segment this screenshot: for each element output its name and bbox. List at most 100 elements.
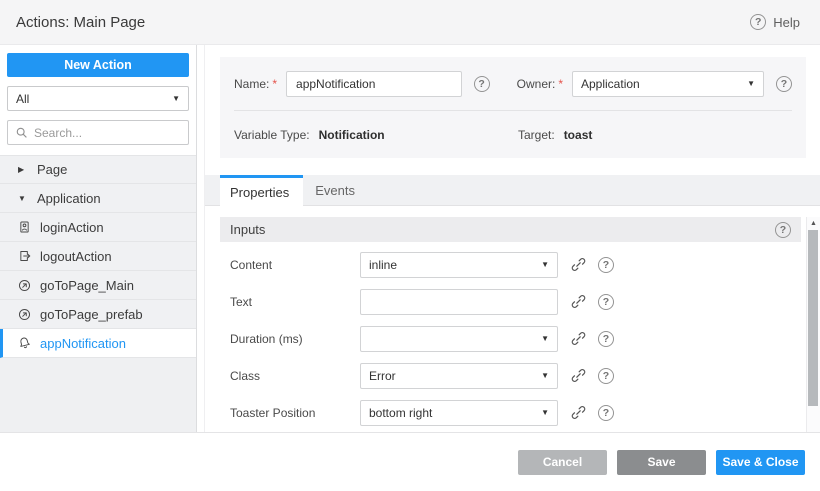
sidebar-item-logoutaction[interactable]: logoutAction [0, 242, 196, 271]
tab-events-label: Events [315, 183, 355, 198]
field-row-toaster-position: Toaster Position bottom right ▼? [220, 394, 801, 431]
name-help-icon[interactable]: ? [474, 76, 490, 92]
duration-ms--label: Duration (ms) [230, 332, 360, 346]
duration-ms--help-icon[interactable]: ? [598, 331, 614, 347]
text-help-icon[interactable]: ? [598, 294, 614, 310]
actions-sidebar: New Action All ▼ ▶ Page ▼Application loginA… [0, 45, 197, 432]
panel-divider [197, 45, 205, 432]
search-box [7, 120, 189, 145]
tree-item-label: goToPage_prefab [40, 307, 143, 322]
filter-dropdown[interactable]: All ▼ [7, 86, 189, 111]
cancel-button[interactable]: Cancel [518, 450, 607, 475]
go-to-page-icon [17, 308, 31, 321]
sidebar-item-application[interactable]: ▼Application [0, 184, 196, 213]
chevron-down-icon: ▼ [172, 94, 180, 103]
owner-help-icon[interactable]: ? [776, 76, 792, 92]
sidebar-item-gotopage-prefab[interactable]: goToPage_prefab [0, 300, 196, 329]
action-detail-panel: Name: * ? Owner: * Application ▼ ? Varia… [205, 45, 820, 432]
field-row-text: Text? [220, 283, 801, 320]
login-icon [17, 220, 31, 234]
required-marker: * [558, 77, 563, 91]
help-icon: ? [750, 14, 766, 30]
target-value: toast [564, 128, 593, 142]
toaster-position-help-icon[interactable]: ? [598, 405, 614, 421]
help-button[interactable]: ? Help [750, 14, 800, 30]
new-action-button[interactable]: New Action [7, 53, 189, 77]
tree-item-label: goToPage_Main [40, 278, 134, 293]
inputs-title: Inputs [230, 222, 265, 237]
text-label: Text [230, 295, 360, 309]
sidebar-controls: New Action All ▼ [0, 45, 196, 155]
sidebar-item-appnotification[interactable]: appNotification [0, 329, 196, 358]
class-label: Class [230, 369, 360, 383]
class-select[interactable]: Error ▼ [360, 363, 558, 389]
dialog-header: Actions: Main Page ? Help [0, 0, 820, 45]
search-input[interactable] [34, 126, 189, 140]
text-input[interactable] [360, 289, 558, 315]
inputs-section: Inputs ? Contentinline▼?Text?Duration (m… [220, 217, 801, 431]
chevron-down-icon: ▼ [541, 408, 549, 417]
content-value: inline [369, 258, 397, 272]
chevron-down-icon: ▼ [747, 79, 755, 88]
tree-item-label: loginAction [40, 220, 104, 235]
tab-properties[interactable]: Properties [220, 175, 303, 206]
content-help-icon[interactable]: ? [598, 257, 614, 273]
text-link-icon[interactable] [571, 294, 586, 309]
action-tree: ▶ Page ▼Application loginAction logoutAction… [0, 155, 196, 358]
page-title: Actions: Main Page [16, 14, 145, 31]
chevron-down-icon: ▼ [541, 260, 549, 269]
toaster-position-label: Toaster Position [230, 406, 360, 420]
chevron-down-icon: ▼ [541, 334, 549, 343]
scrollbar-thumb[interactable] [808, 230, 818, 406]
sidebar-item-gotopage-main[interactable]: goToPage_Main [0, 271, 196, 300]
tree-item-label: appNotification [40, 336, 126, 351]
variable-type-label: Variable Type: [234, 128, 310, 142]
sidebar-item-page[interactable]: ▶ Page [0, 155, 196, 184]
inputs-help-icon[interactable]: ? [775, 222, 791, 238]
class-help-icon[interactable]: ? [598, 368, 614, 384]
tree-item-label: Page [37, 162, 67, 177]
content-label: Content [230, 258, 360, 272]
content-select[interactable]: inline ▼ [360, 252, 558, 278]
vertical-scrollbar[interactable]: ▲ ▼ [806, 217, 820, 432]
save-and-close-button[interactable]: Save & Close [716, 450, 805, 475]
duration-ms--link-icon[interactable] [571, 331, 586, 346]
tab-properties-label: Properties [230, 185, 289, 200]
duration-ms--select[interactable]: ▼ [360, 326, 558, 352]
content-link-icon[interactable] [571, 257, 586, 272]
notification-bell-icon [17, 336, 31, 350]
tree-item-label: logoutAction [40, 249, 112, 264]
class-link-icon[interactable] [571, 368, 586, 383]
chevron-collapsed-icon[interactable]: ▶ [18, 165, 28, 174]
owner-label: Owner: [517, 77, 556, 91]
field-row-class: Class Error ▼? [220, 357, 801, 394]
chevron-expanded-icon[interactable]: ▼ [18, 194, 28, 203]
filter-value: All [16, 92, 29, 106]
help-label: Help [773, 15, 800, 30]
target-label: Target: [518, 128, 555, 142]
owner-value: Application [581, 77, 640, 91]
owner-select[interactable]: Application ▼ [572, 71, 764, 97]
chevron-down-icon: ▼ [541, 371, 549, 380]
tab-bar: Properties Events [205, 175, 820, 206]
save-button[interactable]: Save [617, 450, 706, 475]
go-to-page-icon [17, 279, 31, 292]
dialog-footer: Cancel Save Save & Close [0, 432, 820, 491]
required-marker: * [272, 77, 277, 91]
name-input[interactable] [286, 71, 462, 97]
properties-content: Inputs ? Contentinline▼?Text?Duration (m… [205, 217, 820, 432]
field-row-duration-ms-: Duration (ms) ▼? [220, 320, 801, 357]
sidebar-item-loginaction[interactable]: loginAction [0, 213, 196, 242]
inputs-section-header: Inputs ? [220, 217, 801, 242]
class-value: Error [369, 369, 396, 383]
action-summary-card: Name: * ? Owner: * Application ▼ ? Varia… [220, 57, 806, 158]
toaster-position-link-icon[interactable] [571, 405, 586, 420]
name-label: Name: [234, 77, 269, 91]
tab-events[interactable]: Events [303, 175, 367, 205]
field-row-content: Content inline ▼? [220, 246, 801, 283]
toaster-position-select[interactable]: bottom right ▼ [360, 400, 558, 426]
search-icon [15, 126, 28, 139]
inputs-rows: Contentinline▼?Text?Duration (ms)▼?Class… [220, 246, 801, 431]
toaster-position-value: bottom right [369, 406, 432, 420]
scroll-up-icon[interactable]: ▲ [807, 220, 820, 227]
